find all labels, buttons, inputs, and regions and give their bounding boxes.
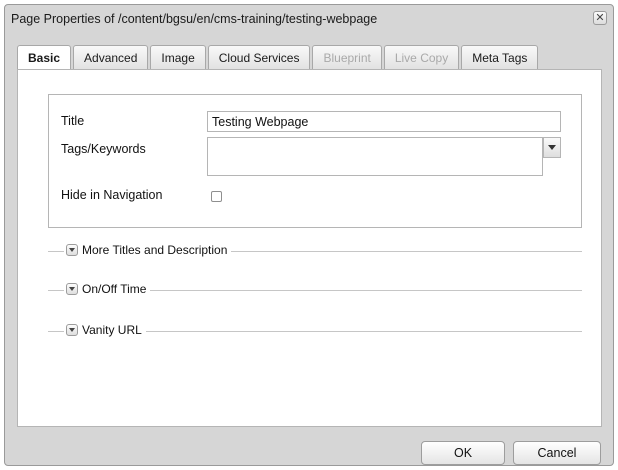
- ok-button-label: OK: [453, 446, 473, 460]
- title-input[interactable]: [207, 111, 561, 132]
- tab-label: Advanced: [84, 50, 138, 65]
- tags-dropdown-button[interactable]: [543, 137, 561, 158]
- tags-input[interactable]: [207, 137, 543, 176]
- close-button[interactable]: ✕: [593, 11, 607, 25]
- section-toggle-button[interactable]: [66, 244, 78, 256]
- section-divider: [48, 290, 64, 291]
- tab-live-copy: Live Copy: [383, 45, 460, 69]
- section-more-titles: More Titles and Description: [48, 243, 582, 258]
- tab-image[interactable]: Image: [150, 45, 206, 69]
- tab-blueprint: Blueprint: [312, 45, 382, 69]
- section-divider: [82, 331, 582, 332]
- hide-in-navigation-checkbox[interactable]: [211, 191, 222, 202]
- tab-panel-basic: Title Tags/Keywords Hide in Navigation M…: [17, 69, 602, 427]
- section-divider: [48, 331, 64, 332]
- section-toggle-button[interactable]: [66, 324, 78, 336]
- dialog-titlebar: Page Properties of /content/bgsu/en/cms-…: [5, 5, 613, 33]
- chevron-down-icon: [69, 328, 75, 332]
- tab-cloud-services[interactable]: Cloud Services: [207, 45, 311, 69]
- tab-label: Cloud Services: [218, 50, 300, 65]
- chevron-down-icon: [69, 287, 75, 291]
- tab-label: Image: [161, 50, 195, 65]
- basic-fieldset: Title Tags/Keywords Hide in Navigation: [48, 94, 582, 228]
- title-label: Title: [61, 114, 85, 128]
- section-title[interactable]: More Titles and Description: [82, 243, 232, 257]
- section-divider: [82, 290, 582, 291]
- tab-basic[interactable]: Basic: [17, 45, 72, 70]
- close-icon: ✕: [595, 12, 605, 24]
- hide-in-navigation-label: Hide in Navigation: [61, 188, 163, 202]
- section-title[interactable]: On/Off Time: [82, 282, 151, 296]
- tab-meta-tags[interactable]: Meta Tags: [461, 45, 539, 69]
- cancel-button[interactable]: Cancel: [513, 441, 601, 465]
- tab-strip: Basic Advanced Image Cloud Services Blue…: [17, 45, 539, 70]
- tab-label: Meta Tags: [472, 50, 528, 65]
- tab-label: Basic: [28, 51, 61, 65]
- chevron-down-icon: [548, 144, 556, 150]
- chevron-down-icon: [69, 248, 75, 252]
- tags-label: Tags/Keywords: [61, 142, 146, 156]
- tab-advanced[interactable]: Advanced: [73, 45, 149, 69]
- section-vanity-url: Vanity URL: [48, 323, 582, 338]
- tab-label: Blueprint: [323, 50, 371, 65]
- section-divider: [48, 251, 64, 252]
- ok-button[interactable]: OK: [421, 441, 505, 465]
- section-toggle-button[interactable]: [66, 283, 78, 295]
- tab-label: Live Copy: [394, 50, 449, 65]
- section-on-off-time: On/Off Time: [48, 282, 582, 297]
- dialog-title: Page Properties of /content/bgsu/en/cms-…: [11, 12, 378, 26]
- page-properties-dialog: Page Properties of /content/bgsu/en/cms-…: [4, 4, 614, 466]
- section-title[interactable]: Vanity URL: [82, 323, 146, 337]
- cancel-button-label: Cancel: [537, 446, 577, 460]
